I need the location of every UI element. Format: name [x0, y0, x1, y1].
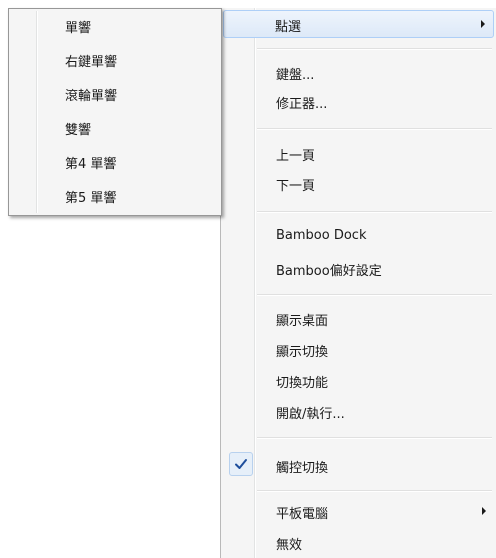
menu-item-previous-page[interactable]: 上一頁	[224, 139, 496, 167]
menu-item-bamboo-preferences[interactable]: Bamboo偏好設定	[224, 254, 496, 282]
menu-item-label: 顯示桌面	[276, 314, 329, 329]
checkmark-icon	[229, 452, 253, 476]
menu-item-label: 切換功能	[276, 376, 329, 391]
submenu-item-single-click[interactable]: 單響	[11, 12, 219, 40]
menu-separator	[257, 128, 492, 130]
menu-item-keyboard[interactable]: 鍵盤...	[224, 58, 496, 86]
menu-separator	[257, 294, 492, 296]
menu-separator	[257, 490, 492, 492]
submenu-item-double-click[interactable]: 雙響	[11, 114, 219, 142]
submenu-item-label: 第4 單響	[65, 157, 117, 172]
submenu-arrow-icon	[482, 507, 486, 515]
submenu-item-label: 右鍵單響	[65, 55, 118, 70]
menu-item-label: 觸控切換	[276, 461, 329, 476]
submenu-item-middle-click[interactable]: 滾輪單響	[11, 80, 219, 108]
menu-separator	[257, 48, 492, 50]
menu-item-label: 顯示切換	[276, 345, 329, 360]
menu-item-disabled[interactable]: 無效	[224, 528, 496, 556]
submenu-item-4th-click[interactable]: 第4 單響	[11, 148, 219, 176]
menu-item-label: 點選	[275, 20, 302, 35]
submenu-item-label: 滾輪單響	[65, 89, 118, 104]
menu-separator	[257, 437, 492, 439]
submenu-item-5th-click[interactable]: 第5 單響	[11, 182, 219, 210]
menu-item-tablet-pc[interactable]: 平板電腦	[224, 497, 496, 525]
menu-item-label: 無效	[276, 538, 303, 553]
menu-item-show-desktop[interactable]: 顯示桌面	[224, 304, 496, 332]
menu-item-click[interactable]: 點選	[223, 10, 494, 38]
context-menu: 點選 鍵盤... 修正器... 上一頁 下一頁 Bamboo Dock Bamb…	[220, 8, 496, 558]
menu-item-bamboo-dock[interactable]: Bamboo Dock	[224, 222, 496, 250]
menu-separator	[257, 211, 492, 213]
submenu-item-right-click[interactable]: 右鍵單響	[11, 46, 219, 74]
menu-item-next-page[interactable]: 下一頁	[224, 169, 496, 197]
submenu-item-label: 第5 單響	[65, 191, 117, 206]
menu-item-display-toggle[interactable]: 顯示切換	[224, 335, 496, 363]
click-submenu: 單響 右鍵單響 滾輪單響 雙響 第4 單響 第5 單響	[8, 8, 222, 216]
menu-item-label: 下一頁	[276, 179, 316, 194]
submenu-item-label: 單響	[65, 21, 92, 36]
submenu-arrow-icon	[481, 20, 485, 28]
menu-item-label: 修正器...	[276, 97, 328, 112]
submenu-item-label: 雙響	[65, 123, 92, 138]
menu-item-touch-toggle[interactable]: 觸控切換	[224, 451, 496, 479]
menu-item-switch-function[interactable]: 切換功能	[224, 366, 496, 394]
menu-item-open-run[interactable]: 開啟/執行...	[224, 397, 496, 425]
menu-item-label: 上一頁	[276, 149, 316, 164]
menu-item-label: 平板電腦	[276, 507, 329, 522]
menu-item-label: Bamboo偏好設定	[276, 264, 382, 279]
menu-item-label: 開啟/執行...	[276, 407, 345, 422]
menu-item-modifier[interactable]: 修正器...	[224, 87, 496, 115]
menu-item-label: Bamboo Dock	[276, 228, 367, 243]
desktop: 點選 鍵盤... 修正器... 上一頁 下一頁 Bamboo Dock Bamb…	[0, 0, 496, 558]
menu-item-label: 鍵盤...	[276, 68, 315, 83]
